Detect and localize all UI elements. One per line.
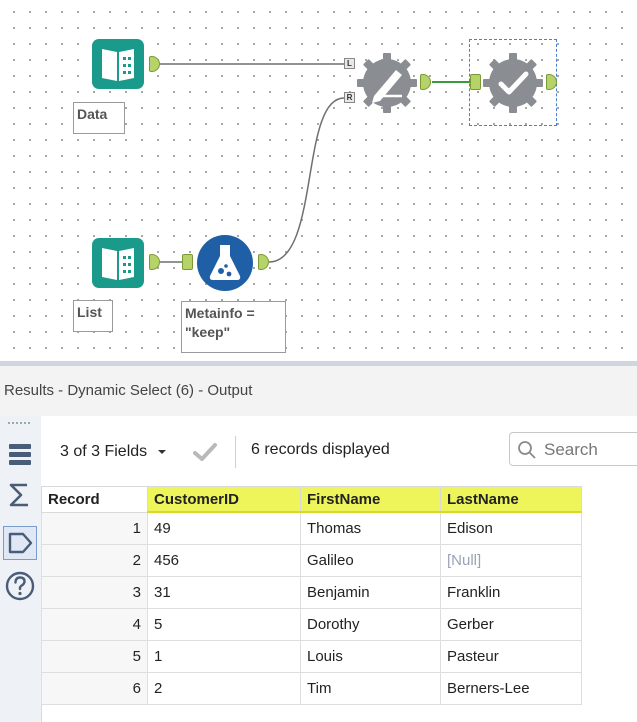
data-input-tool-icon[interactable] xyxy=(90,37,146,91)
browse-check-gear-icon[interactable] xyxy=(482,52,544,114)
help-question-icon[interactable] xyxy=(3,569,37,603)
fields-button-label: 3 of 3 Fields xyxy=(60,443,148,460)
lastname-cell-null[interactable]: [Null] xyxy=(440,543,582,577)
formula-tool-label: Metainfo = "keep" xyxy=(181,301,286,353)
metadata-tag-icon[interactable] xyxy=(3,526,37,560)
column-header-lastname[interactable]: LastName xyxy=(440,486,582,513)
search-input[interactable] xyxy=(542,439,637,461)
column-header-customerid[interactable]: CustomerID xyxy=(147,486,301,513)
record-number-cell: 2 xyxy=(41,543,148,577)
browse-input-anchor[interactable] xyxy=(470,74,481,90)
customerid-cell[interactable]: 456 xyxy=(147,543,301,577)
firstname-cell[interactable]: Tim xyxy=(300,671,441,705)
results-title: Results - Dynamic Select (6) - Output xyxy=(4,382,253,399)
workflow-canvas[interactable]: Data List Metainfo = "keep" L R xyxy=(0,0,637,363)
lastname-cell[interactable]: Edison xyxy=(440,511,582,545)
record-number-cell: 3 xyxy=(41,575,148,609)
summary-sigma-icon[interactable] xyxy=(3,478,37,512)
rail-grip xyxy=(8,422,30,426)
caret-down-icon xyxy=(158,450,167,454)
table-row[interactable]: 3 31 Benjamin Franklin xyxy=(41,575,582,609)
search-icon xyxy=(518,441,536,459)
lastname-cell[interactable]: Franklin xyxy=(440,575,582,609)
lastname-cell[interactable]: Berners-Lee xyxy=(440,671,582,705)
record-number-cell: 4 xyxy=(41,607,148,641)
table-row[interactable]: 5 1 Louis Pasteur xyxy=(41,639,582,673)
record-number-cell: 6 xyxy=(41,671,148,705)
firstname-cell[interactable]: Dorothy xyxy=(300,607,441,641)
customerid-cell[interactable]: 5 xyxy=(147,607,301,641)
firstname-cell[interactable]: Galileo xyxy=(300,543,441,577)
dynamic-select-gear-icon[interactable] xyxy=(356,52,418,114)
records-displayed-text: 6 records displayed xyxy=(251,441,390,458)
results-side-rail xyxy=(0,416,42,722)
column-header-record[interactable]: Record xyxy=(41,486,148,513)
formula-input-anchor[interactable] xyxy=(182,254,193,270)
table-row[interactable]: 2 456 Galileo [Null] xyxy=(41,543,582,577)
fields-dropdown[interactable]: 3 of 3 Fields xyxy=(60,441,167,463)
customerid-cell[interactable]: 49 xyxy=(147,511,301,545)
results-table: Record CustomerID FirstName LastName 1 4… xyxy=(41,486,582,705)
column-header-firstname[interactable]: FirstName xyxy=(300,486,441,513)
apply-checkmark-icon[interactable] xyxy=(192,441,218,467)
search-box[interactable] xyxy=(509,432,637,466)
left-input-anchor[interactable]: L xyxy=(344,58,355,69)
customerid-cell[interactable]: 1 xyxy=(147,639,301,673)
table-view-icon[interactable] xyxy=(3,438,37,472)
right-input-anchor[interactable]: R xyxy=(344,92,355,103)
table-row[interactable]: 4 5 Dorothy Gerber xyxy=(41,607,582,641)
table-row[interactable]: 6 2 Tim Berners-Lee xyxy=(41,671,582,705)
table-header-row: Record CustomerID FirstName LastName xyxy=(41,486,582,513)
data-tool-label: Data xyxy=(73,102,125,134)
firstname-cell[interactable]: Benjamin xyxy=(300,575,441,609)
toolbar-divider xyxy=(235,436,236,468)
customerid-cell[interactable]: 2 xyxy=(147,671,301,705)
list-tool-label: List xyxy=(73,300,113,332)
list-input-tool-icon[interactable] xyxy=(90,236,146,290)
firstname-cell[interactable]: Louis xyxy=(300,639,441,673)
lastname-cell[interactable]: Pasteur xyxy=(440,639,582,673)
record-number-cell: 5 xyxy=(41,639,148,673)
customerid-cell[interactable]: 31 xyxy=(147,575,301,609)
table-row[interactable]: 1 49 Thomas Edison xyxy=(41,511,582,545)
firstname-cell[interactable]: Thomas xyxy=(300,511,441,545)
lastname-cell[interactable]: Gerber xyxy=(440,607,582,641)
formula-flask-icon[interactable] xyxy=(195,234,255,292)
connection-formula-to-right[interactable] xyxy=(268,97,345,263)
record-number-cell: 1 xyxy=(41,511,148,545)
